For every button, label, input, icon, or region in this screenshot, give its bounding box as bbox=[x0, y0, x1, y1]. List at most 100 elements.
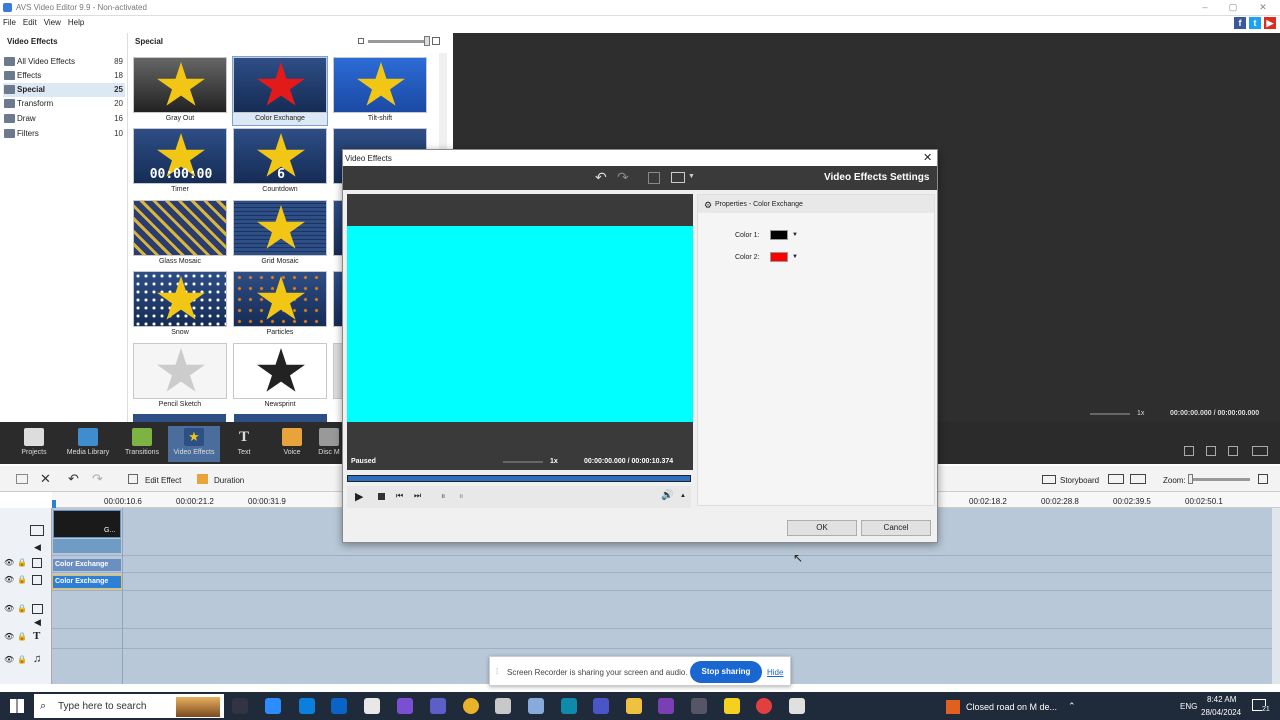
color1-swatch[interactable] bbox=[770, 230, 788, 240]
app-icon[interactable] bbox=[528, 698, 544, 714]
monitor-icon[interactable] bbox=[671, 172, 685, 183]
previous-frame-icon[interactable]: ⏮ bbox=[396, 491, 403, 501]
eye-icon[interactable]: 👁 bbox=[4, 575, 14, 584]
maximize-icon[interactable]: ▢ bbox=[1226, 2, 1240, 14]
volume-chevron-icon[interactable]: ▲ bbox=[680, 493, 686, 499]
nav-video-effects[interactable]: ★ Video Effects bbox=[168, 426, 220, 462]
youtube-icon[interactable]: ▶ bbox=[1264, 17, 1276, 29]
lock-icon[interactable]: 🔒 bbox=[17, 632, 27, 641]
avs-editor-icon[interactable] bbox=[691, 698, 707, 714]
small-size-icon[interactable] bbox=[358, 38, 364, 44]
news-notification[interactable]: Closed road on M de... bbox=[966, 702, 1057, 712]
windows-start-icon[interactable] bbox=[10, 699, 24, 713]
close-icon[interactable]: ✕ bbox=[1256, 2, 1270, 14]
effect-tile-gray-out[interactable]: Gray Out bbox=[133, 57, 227, 125]
drag-handle-icon[interactable]: ⁞ bbox=[496, 667, 498, 676]
effect-tile-tilt-shift[interactable]: Tilt-shift bbox=[333, 57, 427, 125]
lock-icon[interactable]: 🔒 bbox=[17, 558, 27, 567]
category-draw[interactable]: Draw 16 bbox=[3, 112, 125, 126]
chrome-icon[interactable] bbox=[463, 698, 479, 714]
preview-speed-slider[interactable] bbox=[1090, 413, 1130, 415]
play-icon[interactable]: ▶ bbox=[355, 490, 363, 503]
ok-button[interactable]: OK bbox=[787, 520, 857, 536]
nav-transitions[interactable]: Transitions bbox=[116, 426, 168, 462]
stop-sharing-button[interactable]: Stop sharing bbox=[690, 661, 762, 683]
category-all-video-effects[interactable]: All Video Effects 89 bbox=[3, 55, 125, 69]
app-icon[interactable] bbox=[593, 698, 609, 714]
effect-tile-timer[interactable]: 00:00:00 Timer bbox=[133, 128, 227, 196]
cancel-button[interactable]: Cancel bbox=[861, 520, 931, 536]
menu-help[interactable]: Help bbox=[68, 18, 84, 27]
edit-effect-button[interactable]: Edit Effect bbox=[145, 476, 181, 485]
dialog-close-icon[interactable]: ✕ bbox=[923, 151, 932, 164]
zoom-slider-handle[interactable] bbox=[1188, 474, 1193, 484]
menu-file[interactable]: File bbox=[3, 18, 16, 27]
lock-icon[interactable]: 🔒 bbox=[17, 575, 27, 584]
category-effects[interactable]: Effects 18 bbox=[3, 69, 125, 83]
app-icon[interactable] bbox=[561, 698, 577, 714]
edge-icon[interactable] bbox=[299, 698, 315, 714]
eye-icon[interactable]: 👁 bbox=[4, 632, 14, 641]
zoom-icon[interactable] bbox=[265, 698, 281, 714]
audio-mixer-icon[interactable] bbox=[1108, 474, 1124, 484]
category-filters[interactable]: Filters 10 bbox=[3, 127, 125, 141]
outlook-icon[interactable] bbox=[331, 698, 347, 714]
effect-tile-glass-mosaic[interactable]: Glass Mosaic bbox=[133, 200, 227, 268]
grid-view-icon[interactable] bbox=[16, 474, 28, 484]
effect-tile-pencil-sketch[interactable]: Pencil Sketch bbox=[133, 343, 227, 411]
file-explorer-icon[interactable] bbox=[626, 698, 642, 714]
sticky-notes-icon[interactable] bbox=[724, 698, 740, 714]
twitter-icon[interactable]: t bbox=[1249, 17, 1261, 29]
seek-bar[interactable] bbox=[347, 475, 691, 482]
effect-tile-grid-mosaic[interactable]: Grid Mosaic bbox=[233, 200, 327, 268]
app-icon[interactable] bbox=[658, 698, 674, 714]
chevron-down-icon[interactable]: ▼ bbox=[688, 173, 695, 180]
mark-in-icon[interactable]: ⏸ bbox=[441, 491, 446, 502]
store-icon[interactable] bbox=[364, 698, 380, 714]
nav-text[interactable]: T Text bbox=[218, 426, 270, 462]
display-mode-icon[interactable] bbox=[1130, 474, 1146, 484]
app-icon[interactable] bbox=[495, 698, 511, 714]
effect-tile-snow[interactable]: Snow bbox=[133, 271, 227, 339]
category-transform[interactable]: Transform 20 bbox=[3, 97, 125, 111]
effect-clip-selected[interactable]: Color Exchange bbox=[52, 575, 122, 589]
menu-edit[interactable]: Edit bbox=[23, 18, 37, 27]
nav-voice[interactable]: Voice bbox=[266, 426, 318, 462]
slider-handle[interactable] bbox=[424, 36, 430, 46]
timeline-scrollbar[interactable] bbox=[1272, 508, 1280, 684]
effect-tile-color-exchange[interactable]: Color Exchange bbox=[232, 56, 328, 126]
nav-media-library[interactable]: Media Library bbox=[62, 426, 114, 462]
facebook-icon[interactable]: f bbox=[1234, 17, 1246, 29]
speed-slider[interactable] bbox=[503, 461, 543, 463]
fullscreen-icon[interactable] bbox=[1184, 446, 1194, 456]
next-frame-icon[interactable]: ⏭ bbox=[414, 491, 421, 501]
grid-icon[interactable] bbox=[648, 172, 660, 184]
app-icon[interactable] bbox=[789, 698, 805, 714]
color2-swatch[interactable] bbox=[770, 252, 788, 262]
zoom-fit-icon[interactable] bbox=[1258, 474, 1268, 484]
undo-icon[interactable]: ↶ bbox=[68, 471, 79, 487]
menu-view[interactable]: View bbox=[44, 18, 61, 27]
teams-icon[interactable] bbox=[430, 698, 446, 714]
eye-icon[interactable]: 👁 bbox=[4, 604, 14, 613]
redo-icon[interactable]: ↷ bbox=[92, 471, 103, 487]
effect-clip[interactable]: Color Exchange bbox=[53, 559, 121, 571]
stop-icon[interactable] bbox=[378, 493, 385, 500]
eye-icon[interactable]: 👁 bbox=[4, 655, 14, 664]
undo-icon[interactable]: ↶ bbox=[595, 169, 607, 186]
chevron-up-icon[interactable]: ⌃ bbox=[1068, 701, 1076, 712]
storyboard-button[interactable]: Storyboard bbox=[1060, 476, 1099, 485]
mark-out-icon[interactable]: ⏸ bbox=[459, 491, 464, 502]
large-size-icon[interactable] bbox=[432, 37, 440, 45]
video-clip[interactable]: G... bbox=[53, 510, 121, 538]
zoom-slider[interactable] bbox=[1190, 478, 1250, 481]
hide-link[interactable]: Hide bbox=[767, 668, 783, 677]
chevron-down-icon[interactable]: ▼ bbox=[792, 254, 798, 260]
language-indicator[interactable]: ENG bbox=[1180, 702, 1197, 711]
lock-icon[interactable]: 🔒 bbox=[17, 655, 27, 664]
redo-icon[interactable]: ↷ bbox=[617, 169, 629, 186]
clock-date[interactable]: 28/04/2024 bbox=[1201, 708, 1241, 717]
eye-icon[interactable]: 👁 bbox=[4, 558, 14, 567]
snapshot-icon[interactable] bbox=[1206, 446, 1216, 456]
thumbnail-size-slider[interactable] bbox=[368, 40, 428, 43]
